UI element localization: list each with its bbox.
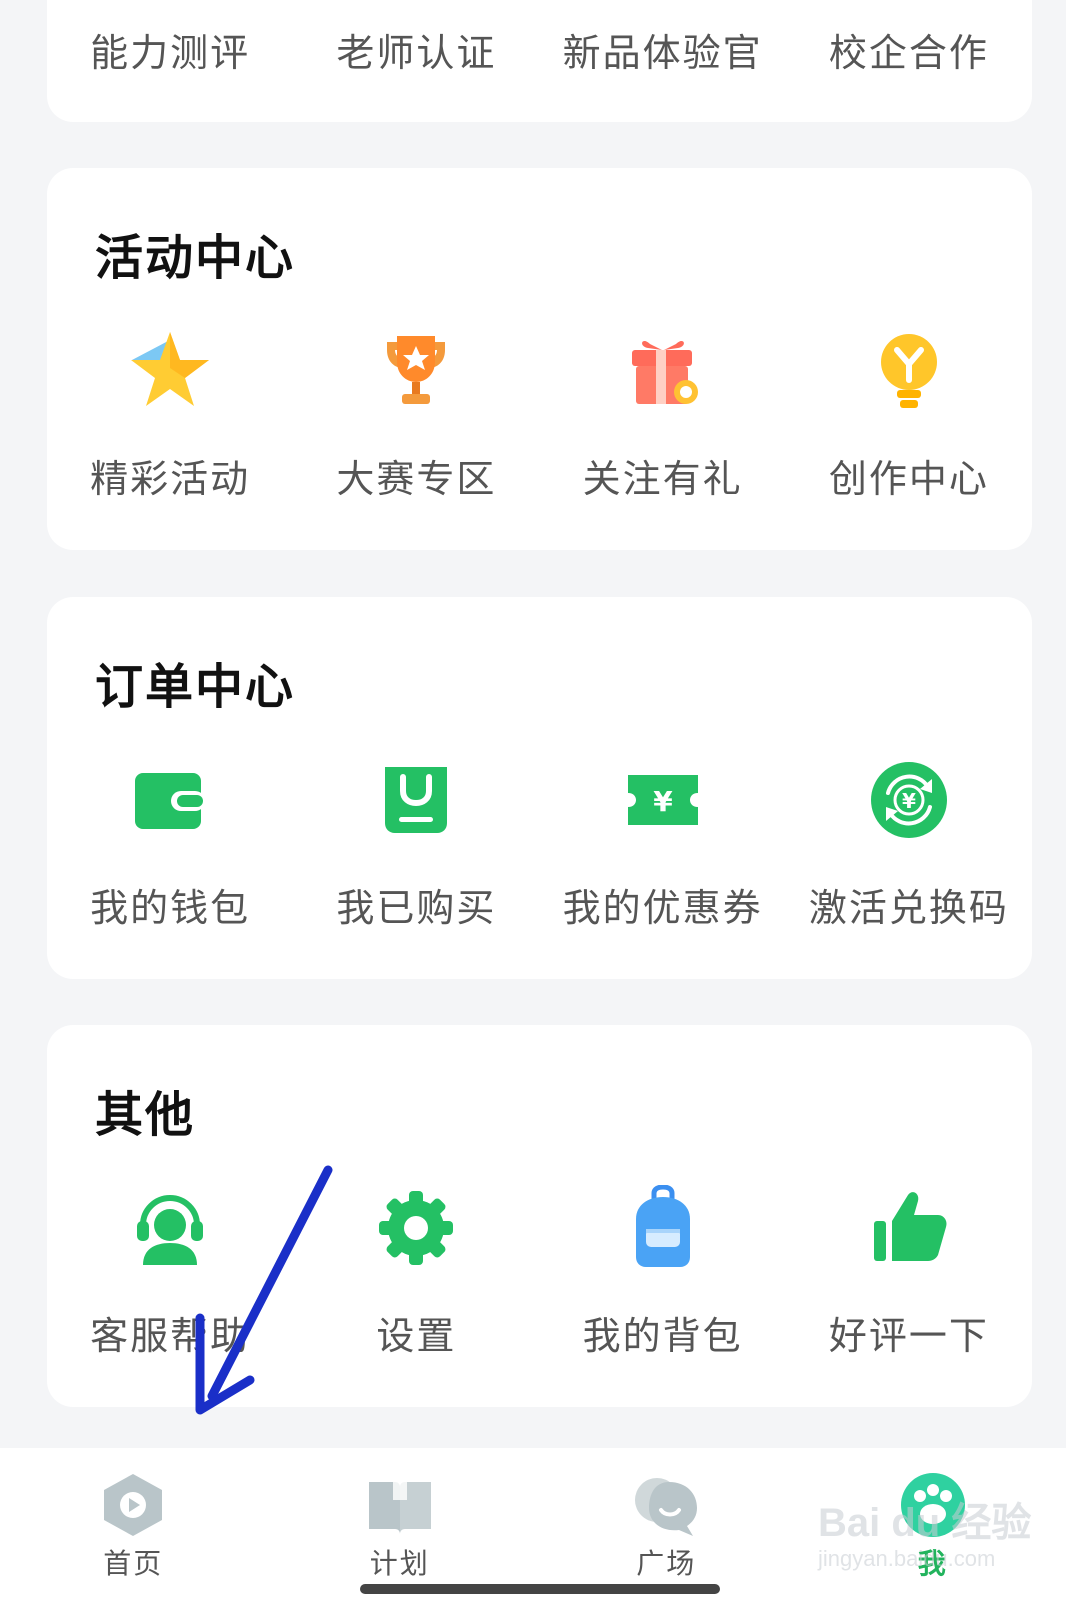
teacher-certification-item[interactable]: 老师认证: [293, 22, 539, 77]
item-label: 大赛专区: [336, 457, 497, 501]
book-icon: [368, 1482, 431, 1534]
gear-icon: [379, 1191, 454, 1265]
item-label: 精彩活动: [90, 457, 251, 501]
item-label: 客服帮助: [90, 1314, 251, 1358]
item-label: 激活兑换码: [808, 886, 1009, 930]
my-coupons-item[interactable]: ¥ 我的优惠券: [540, 757, 786, 932]
nav-home[interactable]: 首页: [0, 1448, 267, 1600]
section-title: 活动中心: [95, 230, 296, 286]
item-label: 设置: [376, 1314, 457, 1358]
item-label: 我的背包: [582, 1314, 743, 1358]
item-label: 我的钱包: [90, 886, 251, 930]
customer-service-icon: [137, 1195, 204, 1265]
competition-zone-item[interactable]: 大赛专区: [293, 328, 539, 503]
chat-bubble-icon: [635, 1478, 698, 1536]
item-label: 新品体验官: [562, 31, 763, 75]
item-label: 创作中心: [828, 457, 989, 501]
nav-plan[interactable]: 计划: [267, 1448, 534, 1600]
order-center-card: 订单中心 我的钱包 我已购买 ¥ 我的优惠券 ¥ 激活兑换码: [47, 597, 1032, 979]
item-label: 老师认证: [336, 31, 497, 75]
item-label: 关注有礼: [582, 457, 743, 501]
nav-label: 广场: [636, 1547, 697, 1580]
section-title: 其他: [95, 1087, 196, 1143]
customer-service-item[interactable]: 客服帮助: [47, 1185, 293, 1360]
purchased-item[interactable]: 我已购买: [293, 757, 539, 932]
ability-assessment-item[interactable]: 能力测评: [47, 22, 293, 77]
item-label: 能力测评: [90, 31, 251, 75]
trophy-icon: [387, 336, 446, 404]
top-services-card: 能力测评 老师认证 新品体验官 校企合作: [47, 0, 1032, 122]
watermark: Bai du 经验 jingyan.baidu.com: [818, 1490, 1058, 1600]
rate-us-item[interactable]: 好评一下: [786, 1185, 1032, 1360]
featured-activities-item[interactable]: 精彩活动: [47, 328, 293, 503]
home-indicator: [360, 1584, 720, 1594]
other-card: 其他 客服帮助 设置 我的背包 好评一下: [47, 1025, 1032, 1407]
item-label: 我的优惠券: [562, 886, 763, 930]
watermark-brand: Bai du 经验: [818, 1501, 1032, 1545]
my-backpack-item[interactable]: 我的背包: [540, 1185, 786, 1360]
nav-plaza[interactable]: 广场: [533, 1448, 800, 1600]
coupon-icon: ¥: [627, 775, 698, 825]
school-enterprise-item[interactable]: 校企合作: [786, 22, 1032, 77]
thumbs-up-icon: [873, 1192, 947, 1261]
backpack-icon: [635, 1185, 690, 1267]
follow-gift-item[interactable]: 关注有礼: [540, 328, 786, 503]
activity-grid: 精彩活动 大赛专区 关注有礼 创作中心: [47, 328, 1032, 503]
exchange-code-icon: ¥: [870, 762, 947, 838]
nav-label: 首页: [103, 1547, 164, 1580]
activate-code-item[interactable]: ¥ 激活兑换码: [786, 757, 1032, 932]
nav-label: 计划: [369, 1547, 430, 1580]
play-icon: [104, 1474, 163, 1536]
item-label: 我已购买: [336, 886, 497, 930]
activity-center-card: 活动中心 精彩活动 大赛专区 关注有礼 创作中心: [47, 168, 1032, 550]
lightbulb-icon: [880, 334, 937, 408]
new-product-tester-item[interactable]: 新品体验官: [540, 22, 786, 77]
svg-text:¥: ¥: [902, 789, 916, 813]
gift-icon: [631, 340, 698, 404]
section-title: 订单中心: [95, 659, 296, 715]
settings-item[interactable]: 设置: [293, 1185, 539, 1360]
my-wallet-item[interactable]: 我的钱包: [47, 757, 293, 932]
top-services-row: 能力测评 老师认证 新品体验官 校企合作: [47, 22, 1032, 77]
svg-text:¥: ¥: [653, 785, 673, 818]
watermark-site: jingyan.baidu.com: [818, 1546, 996, 1571]
other-grid: 客服帮助 设置 我的背包 好评一下: [47, 1185, 1032, 1360]
order-grid: 我的钱包 我已购买 ¥ 我的优惠券 ¥ 激活兑换码: [47, 757, 1032, 932]
item-label: 好评一下: [828, 1314, 989, 1358]
creation-center-item[interactable]: 创作中心: [786, 328, 1032, 503]
shopping-bag-icon: [385, 767, 448, 833]
item-label: 校企合作: [828, 31, 989, 75]
star-icon: [131, 332, 210, 406]
wallet-icon: [135, 773, 206, 829]
